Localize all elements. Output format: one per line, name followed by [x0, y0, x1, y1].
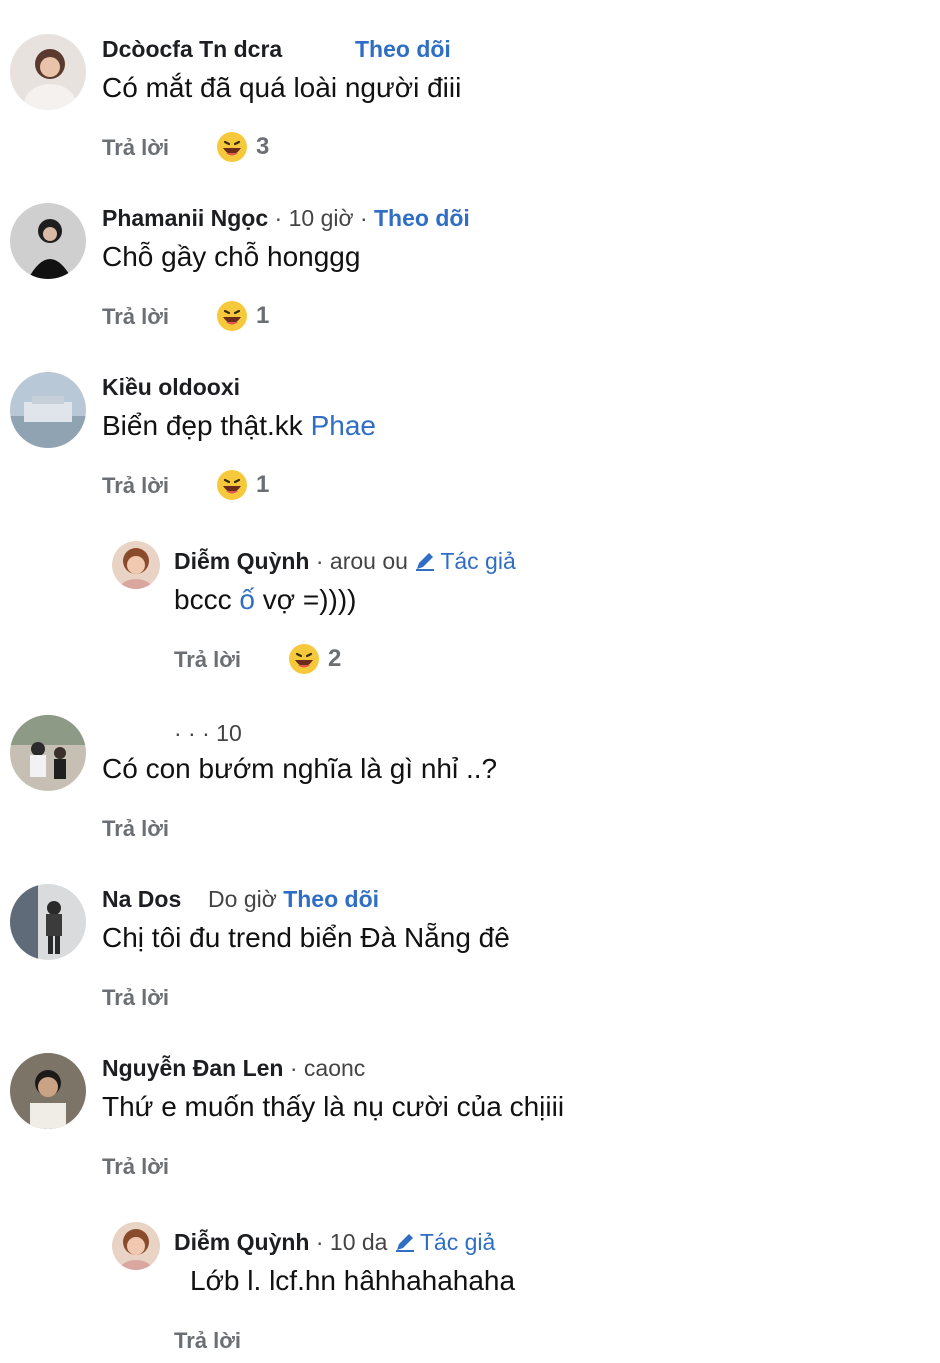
reply-button[interactable]: Trả lời: [102, 304, 169, 330]
comment-time: Do giờ: [208, 886, 277, 912]
commenter-name[interactable]: Nguyễn Đan Len: [102, 1055, 283, 1081]
reaction-summary[interactable]: 2: [288, 643, 341, 675]
avatar[interactable]: [10, 715, 86, 791]
comment-header: Na Dos Do giờ Theo dõi: [102, 886, 379, 913]
reaction-count: 1: [256, 302, 270, 329]
laughing-face-icon: [216, 469, 248, 501]
avatar[interactable]: [10, 884, 86, 960]
avatar[interactable]: [10, 1053, 86, 1129]
comment-header: Kiều oldooxi: [102, 374, 240, 401]
author-label: Tác giả: [440, 548, 516, 574]
reply-button[interactable]: Trả lời: [102, 135, 169, 161]
commenter-name[interactable]: Diễm Quỳnh: [174, 1229, 309, 1255]
comment-header: Diễm Quỳnh · arou ou Tác giả: [174, 548, 516, 575]
commenter-name[interactable]: Dcòocfa Tn dcra: [102, 36, 282, 62]
comment-prefix: bccc: [174, 584, 232, 615]
commenter-name[interactable]: Phamanii Ngọc: [102, 205, 268, 231]
comment-header: Nguyễn Đan Len · caonc: [102, 1055, 365, 1082]
comment-text: Chị tôi đu trend biển Đà Nẵng đê: [102, 922, 510, 953]
author-label: Tác giả: [419, 1229, 496, 1255]
commenter-name[interactable]: Diễm Quỳnh: [174, 548, 309, 574]
commenter-name[interactable]: Kiều oldooxi: [102, 374, 240, 400]
comment-header: Diễm Quỳnh · 10 da Tác giả: [174, 1229, 495, 1256]
laughing-face-icon: [288, 643, 320, 675]
comment-time: · · · 10: [174, 720, 242, 746]
reply-button[interactable]: Trả lời: [174, 1328, 241, 1354]
reaction-summary[interactable]: 3: [216, 131, 269, 163]
pencil-icon: [414, 550, 436, 572]
reaction-count: 2: [328, 645, 342, 672]
reply-button[interactable]: Trả lời: [102, 816, 169, 842]
comment-body: vợ =)))): [254, 584, 357, 615]
avatar[interactable]: [112, 1222, 160, 1270]
comment-body: hâhhahahaha: [336, 1265, 516, 1296]
comment-header: Dcòocfa Tn dcra Theo dõi: [102, 36, 451, 63]
comment-header: · · · 10: [174, 720, 242, 747]
follow-button[interactable]: Theo dõi: [374, 205, 470, 231]
author-badge: Tác giả: [394, 1229, 495, 1255]
avatar[interactable]: [112, 541, 160, 589]
comment-time: · 10 da: [315, 1229, 388, 1255]
comment-time: · arou ou: [315, 548, 408, 574]
reaction-count: 3: [256, 133, 270, 160]
avatar[interactable]: [10, 34, 86, 110]
comment-body: Biển đẹp thật.kk: [102, 410, 303, 441]
reaction-summary[interactable]: 1: [216, 300, 269, 332]
reply-button[interactable]: Trả lời: [174, 647, 241, 673]
reaction-count: 1: [256, 471, 270, 498]
follow-button[interactable]: Theo dõi: [355, 36, 451, 62]
mention-link[interactable]: Phae: [311, 410, 376, 441]
commenter-name[interactable]: Na Dos: [102, 886, 181, 912]
laughing-face-icon: [216, 300, 248, 332]
reply-button[interactable]: Trả lời: [102, 985, 169, 1011]
avatar[interactable]: [10, 372, 86, 448]
mention-link[interactable]: ố: [239, 584, 255, 615]
follow-button[interactable]: Theo dõi: [283, 886, 379, 912]
pencil-icon: [394, 1231, 416, 1253]
comment-text: Chỗ gầy chỗ honggg: [102, 241, 361, 272]
comment-time: · 10 giờ ·: [274, 205, 368, 231]
laughing-face-icon: [216, 131, 248, 163]
comment-text: bccc ố vợ =)))): [174, 584, 357, 616]
comment-text: Thứ e muốn thấy là nụ cười của chịiii: [102, 1091, 565, 1122]
avatar[interactable]: [10, 203, 86, 279]
comment-prefix: Lớb l. lcf.hn: [190, 1265, 336, 1296]
comment-text: Lớb l. lcf.hn hâhhahahaha: [190, 1265, 515, 1297]
comment-text: Có con bướm nghĩa là gì nhỉ ..?: [102, 753, 498, 784]
comment-header: Phamanii Ngọc · 10 giờ · Theo dõi: [102, 205, 470, 232]
comment-text: Có mắt đã quá loài người điii: [102, 72, 462, 103]
reply-button[interactable]: Trả lời: [102, 473, 169, 499]
reaction-summary[interactable]: 1: [216, 469, 269, 501]
reply-button[interactable]: Trả lời: [102, 1154, 169, 1180]
comment-time: · caonc: [289, 1055, 366, 1081]
author-badge: Tác giả: [414, 548, 516, 574]
comment-text: Biển đẹp thật.kk Phae: [102, 410, 376, 442]
